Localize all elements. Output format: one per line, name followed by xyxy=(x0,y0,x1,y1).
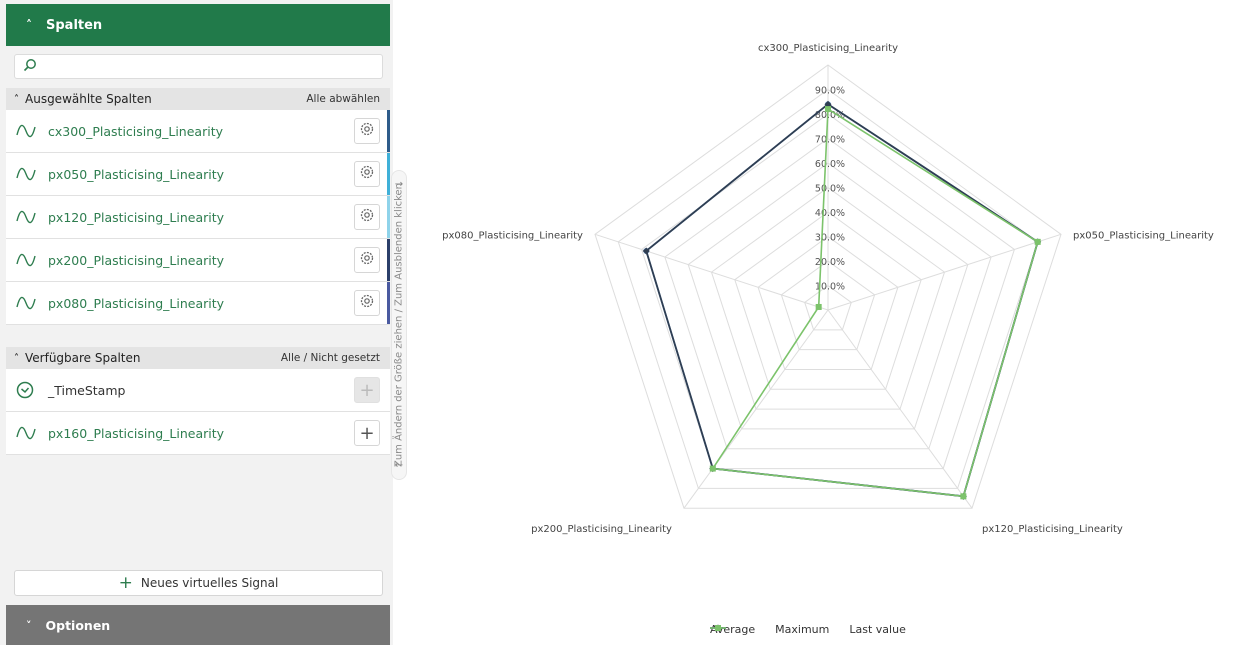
data-point xyxy=(709,465,716,472)
column-label: px120_Plasticising_Linearity xyxy=(48,209,225,225)
tick-label: 20.0% xyxy=(815,257,845,268)
selected-column-row[interactable]: px200_Plasticising_Linearity xyxy=(6,239,390,282)
axis-label: px200_Plasticising_Linearity xyxy=(531,524,672,535)
tick-label: 30.0% xyxy=(815,233,845,244)
grid-spoke xyxy=(827,233,1062,311)
options-panel-header[interactable]: ˅ Optionen xyxy=(6,605,390,645)
signal-wave-icon xyxy=(16,207,38,227)
signal-wave-icon xyxy=(16,423,38,443)
grid-spoke xyxy=(594,233,829,311)
axis-label: cx300_Plasticising_Linearity xyxy=(758,43,898,54)
tick-label: 40.0% xyxy=(815,208,845,219)
options-title: Optionen xyxy=(45,617,111,633)
axis-label: px120_Plasticising_Linearity xyxy=(982,524,1123,535)
radar-chart-svg: 10.0%20.0%30.0%40.0%50.0%60.0%70.0%80.0%… xyxy=(442,43,1214,535)
selected-column-row[interactable]: px080_Plasticising_Linearity xyxy=(6,282,390,325)
plus-icon: + xyxy=(359,379,375,401)
legend-item[interactable]: Maximum xyxy=(710,623,830,636)
column-settings-button[interactable] xyxy=(354,161,380,187)
available-columns-header[interactable]: ˄ Verfügbare Spalten Alle / Nicht gesetz… xyxy=(6,347,390,369)
data-point xyxy=(1034,238,1041,245)
data-point xyxy=(815,303,822,310)
signal-wave-icon xyxy=(16,164,38,184)
plus-icon: + xyxy=(359,422,375,444)
columns-panel-title: Spalten xyxy=(46,17,103,33)
available-columns-title: Verfügbare Spalten xyxy=(25,351,141,365)
column-label: px160_Plasticising_Linearity xyxy=(48,425,225,441)
tick-label: 70.0% xyxy=(815,135,845,146)
panel-splitter[interactable]: → Zum Ändern der Größe ziehen / Zum Ausb… xyxy=(391,170,407,480)
column-settings-button[interactable] xyxy=(354,290,380,316)
series-color-strip xyxy=(387,153,390,195)
legend-label: Maximum xyxy=(775,623,830,636)
selected-columns-header[interactable]: ˄ Ausgewählte Spalten Alle abwählen xyxy=(6,88,390,110)
gear-icon xyxy=(359,207,375,227)
axis-label: px080_Plasticising_Linearity xyxy=(442,230,583,241)
deselect-all-link[interactable]: Alle abwählen xyxy=(306,93,380,105)
column-settings-button[interactable] xyxy=(354,247,380,273)
data-point xyxy=(960,493,967,500)
column-label: px050_Plasticising_Linearity xyxy=(48,166,225,182)
add-column-button[interactable]: + xyxy=(354,377,380,403)
column-settings-button[interactable] xyxy=(354,204,380,230)
signal-wave-icon xyxy=(16,121,38,141)
gear-icon xyxy=(359,121,375,141)
column-label: cx300_Plasticising_Linearity xyxy=(48,123,223,139)
column-settings-button[interactable] xyxy=(354,118,380,144)
caret-up-icon: ˄ xyxy=(14,93,19,105)
chevron-down-icon: ˅ xyxy=(26,618,32,632)
series-color-strip xyxy=(387,239,390,281)
available-column-row[interactable]: px160_Plasticising_Linearity + xyxy=(6,412,390,455)
chevron-up-icon: ˄ xyxy=(26,18,32,32)
new-virtual-signal-button[interactable]: + Neues virtuelles Signal xyxy=(14,570,383,596)
gear-icon xyxy=(359,250,375,270)
caret-up-icon: ˄ xyxy=(14,352,19,364)
signal-wave-icon xyxy=(16,293,38,313)
plus-icon: + xyxy=(118,573,133,593)
search-box[interactable] xyxy=(14,54,383,79)
gear-icon xyxy=(359,164,375,184)
search-input[interactable] xyxy=(43,56,382,77)
column-label: _TimeStamp xyxy=(48,382,126,398)
tick-label: 60.0% xyxy=(815,159,845,170)
series-color-strip xyxy=(387,196,390,238)
search-icon xyxy=(23,57,37,76)
add-column-button[interactable]: + xyxy=(354,420,380,446)
signal-wave-icon xyxy=(16,250,38,270)
available-column-row[interactable]: _TimeStamp + xyxy=(6,369,390,412)
radar-chart: 10.0% 20.0% 30.0% 40.0% 50.0% 60.0% 70.0% 80.0%… xyxy=(410,0,1252,645)
tick-label: 50.0% xyxy=(815,184,845,195)
axis-label: px050_Plasticising_Linearity xyxy=(1073,230,1214,241)
legend-marker xyxy=(710,625,726,631)
arrow-left-icon: ← xyxy=(394,460,404,471)
selected-column-row[interactable]: px120_Plasticising_Linearity xyxy=(6,196,390,239)
series-line-last-value xyxy=(711,107,1039,498)
column-label: px080_Plasticising_Linearity xyxy=(48,295,225,311)
legend-item[interactable]: Last value xyxy=(710,623,906,636)
selected-column-row[interactable]: px050_Plasticising_Linearity xyxy=(6,153,390,196)
all-none-link[interactable]: Alle / Nicht gesetzt xyxy=(281,352,380,364)
clock-icon xyxy=(16,380,38,400)
data-point xyxy=(825,106,831,113)
available-columns-list: _TimeStamp + px160_Plasticising_Linearity + xyxy=(6,369,390,455)
column-label: px200_Plasticising_Linearity xyxy=(48,252,225,268)
selected-columns-title: Ausgewählte Spalten xyxy=(25,92,152,106)
selected-columns-list: cx300_Plasticising_Linearity px050_Plasti… xyxy=(6,110,390,325)
series-color-strip xyxy=(387,282,390,324)
series-color-strip xyxy=(387,110,390,152)
tick-label: 90.0% xyxy=(815,86,845,97)
selected-column-row[interactable]: cx300_Plasticising_Linearity xyxy=(6,110,390,153)
new-virtual-signal-label: Neues virtuelles Signal xyxy=(140,576,279,590)
chart-legend: Average Maximum Last value xyxy=(710,623,926,636)
splitter-hint: Zum Ändern der Größe ziehen / Zum Ausble… xyxy=(393,182,405,468)
columns-panel-header[interactable]: ˄ Spalten xyxy=(6,4,390,46)
gear-icon xyxy=(359,293,375,313)
columns-panel: ˄ Spalten ˄ Ausgewählte Spalten Alle abw… xyxy=(0,0,393,645)
legend-label: Last value xyxy=(849,623,906,636)
